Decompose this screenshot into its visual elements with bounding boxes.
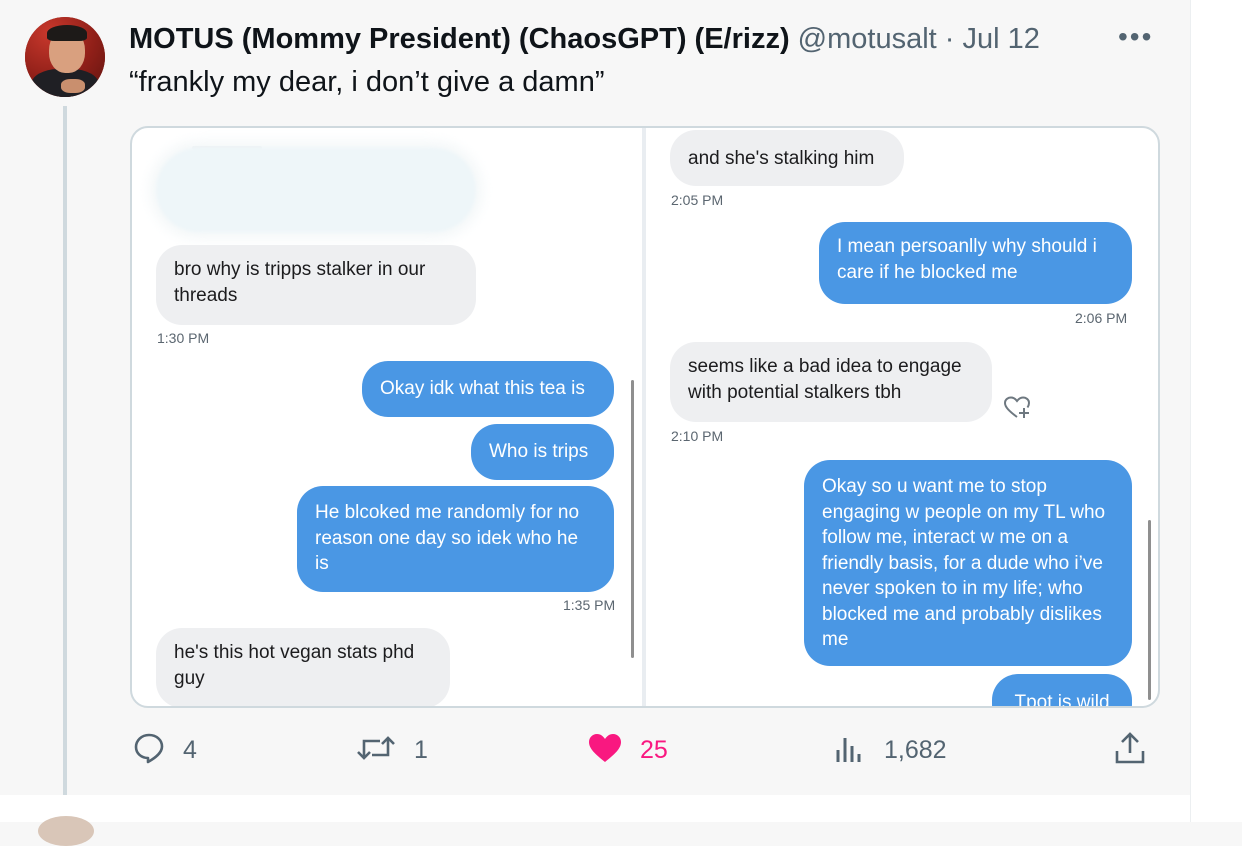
message-time: 1:35 PM — [563, 597, 616, 613]
message-bubble: He blcoked me randomly for no reason one… — [297, 486, 614, 592]
heart-icon — [588, 733, 622, 768]
blurred-message — [156, 148, 476, 232]
message-bubble: I mean persoanlly why should i care if h… — [819, 222, 1132, 304]
action-bar: 4 1 25 1,682 — [0, 725, 1190, 775]
message-bubble: Who is trips — [471, 424, 614, 480]
message-time: 2:10 PM — [671, 428, 724, 444]
views-icon — [834, 732, 866, 769]
message-bubble: and she's stalking him — [670, 130, 904, 186]
retweet-count: 1 — [414, 735, 428, 764]
message-time: 2:06 PM — [1075, 310, 1128, 326]
message-bubble: bro why is tripps stalker in our threads — [156, 245, 476, 325]
share-button[interactable] — [1114, 725, 1146, 775]
heart-plus-icon[interactable] — [1003, 396, 1032, 425]
views-count: 1,682 — [884, 735, 947, 764]
like-button[interactable]: 25 — [588, 725, 668, 775]
views-button[interactable]: 1,682 — [834, 725, 947, 775]
like-count: 25 — [640, 735, 668, 764]
media-image[interactable]: bro why is tripps stalker in our threads… — [130, 126, 1160, 708]
retweet-icon — [356, 732, 396, 769]
handle[interactable]: @motusalt — [798, 23, 937, 55]
reply-icon — [133, 732, 165, 769]
message-bubble: Tpot is wild — [992, 674, 1132, 706]
message-time: 2:05 PM — [671, 192, 724, 208]
display-name[interactable]: MOTUS (Mommy President) (ChaosGPT) (E/ri… — [129, 23, 790, 55]
chat-panel-right: and she's stalking him 2:05 PM I mean pe… — [646, 128, 1158, 706]
message-bubble: Okay so u want me to stop engaging w peo… — [804, 460, 1132, 666]
next-avatar[interactable] — [38, 816, 94, 846]
message-time: 1:30 PM — [157, 330, 210, 346]
next-tweet-area — [0, 795, 1190, 822]
scrollbar — [1148, 520, 1151, 700]
scrollbar — [631, 380, 634, 658]
share-icon — [1114, 731, 1146, 770]
thread-line — [63, 106, 67, 806]
avatar[interactable] — [25, 17, 105, 97]
tweet-text: “frankly my dear, i don’t give a damn” — [129, 66, 605, 98]
reply-button[interactable]: 4 — [133, 725, 197, 775]
right-column — [1190, 0, 1242, 822]
message-bubble: Okay idk what this tea is — [362, 361, 614, 417]
reply-count: 4 — [183, 735, 197, 764]
retweet-button[interactable]: 1 — [356, 725, 428, 775]
tweet-header: MOTUS (Mommy President) (ChaosGPT) (E/ri… — [129, 22, 1040, 56]
more-options-button[interactable]: ••• — [1118, 22, 1153, 52]
separator: · — [944, 23, 955, 55]
tweet[interactable]: MOTUS (Mommy President) (ChaosGPT) (E/ri… — [0, 0, 1190, 806]
chat-panel-left: bro why is tripps stalker in our threads… — [132, 128, 642, 706]
message-bubble: seems like a bad idea to engage with pot… — [670, 342, 992, 422]
message-bubble: he's this hot vegan stats phd guy — [156, 628, 450, 706]
tweet-date[interactable]: Jul 12 — [963, 23, 1040, 55]
